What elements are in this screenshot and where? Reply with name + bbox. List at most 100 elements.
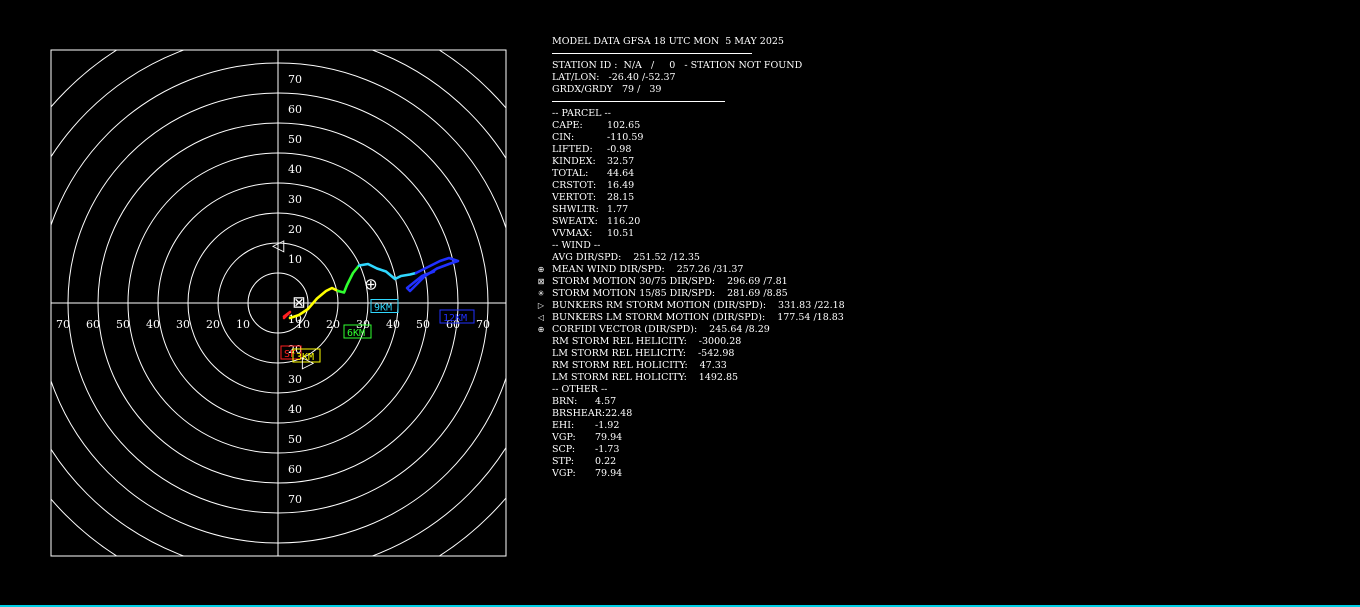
parcel-row: CIN: -110.59: [552, 132, 845, 144]
param-label: RM STORM REL HELICITY:: [552, 336, 687, 347]
parcel-row: LIFTED: -0.98: [552, 144, 845, 156]
parcel-row: VERTOT: 28.15: [552, 192, 845, 204]
legend-symbol-icon: ▷: [537, 301, 545, 310]
param-label: BRSHEAR:: [552, 408, 606, 419]
legend-symbol-icon: ⊕: [537, 265, 545, 274]
y-tick-label: 60: [288, 463, 302, 476]
parcel-row: KINDEX: 32.57: [552, 156, 845, 168]
parcel-row: CRSTOT: 16.49: [552, 180, 845, 192]
param-value: 177.54 /18.83: [777, 312, 844, 323]
bunkers-lm-marker: ◁: [271, 236, 285, 255]
wind-row: RM STORM REL HOLICITY: 47.33: [552, 360, 845, 372]
param-value: 32.57: [607, 156, 635, 167]
param-label: LM STORM REL HELICITY:: [552, 348, 686, 359]
param-label: SCP:: [552, 444, 576, 455]
y-tick-label: 70: [288, 493, 302, 506]
param-value: 1492.85: [698, 372, 739, 383]
wind-row: ⊕ MEAN WIND DIR/SPD: 257.26 /31.37: [538, 264, 845, 276]
param-label: BUNKERS RM STORM MOTION (DIR/SPD):: [552, 300, 767, 311]
wind-row: ⊕ CORFIDI VECTOR (DIR/SPD): 245.64 /8.29: [538, 324, 845, 336]
param-label: SHWLTR:: [552, 204, 599, 215]
y-tick-label: 40: [288, 403, 302, 416]
y-tick-label: 70: [288, 73, 302, 86]
param-label: AVG DIR/SPD:: [552, 252, 622, 263]
param-value: 22.48: [605, 408, 633, 419]
param-value: 28.15: [607, 192, 635, 203]
param-value: 10.51: [607, 228, 635, 239]
parcel-row: VVMAX: 10.51: [552, 228, 845, 240]
y-tick-label: 20: [288, 223, 302, 236]
param-label: CORFIDI VECTOR (DIR/SPD):: [552, 324, 698, 335]
wind-row: ▷ BUNKERS RM STORM MOTION (DIR/SPD): 331.8…: [538, 300, 845, 312]
panel-title: MODEL DATA GFSA 18 UTC MON 5 MAY 2025: [552, 36, 784, 47]
y-tick-label: 40: [288, 163, 302, 176]
height-label: SF: [284, 349, 296, 360]
x-tick-label: 70: [56, 318, 70, 331]
storm-motion-marker: ⊠: [292, 293, 305, 312]
other-row: STP: 0.22: [552, 456, 845, 468]
parcel-row: TOTAL: 44.64: [552, 168, 845, 180]
param-value: 47.33: [699, 360, 727, 371]
y-tick-label: 10: [288, 253, 302, 266]
param-value: -542.98: [697, 348, 735, 359]
param-value: -0.98: [607, 144, 632, 155]
sounding-parameter-panel: MODEL DATA GFSA 18 UTC MON 5 MAY 2025 ST…: [538, 36, 845, 480]
x-tick-label: 30: [176, 318, 190, 331]
wind-row: ✳ STORM MOTION 15/85 DIR/SPD: 281.69 /8.85: [538, 288, 845, 300]
x-tick-label: 50: [416, 318, 430, 331]
x-tick-label: 40: [386, 318, 400, 331]
other-row: BRSHEAR:22.48: [552, 408, 845, 420]
wind-row: AVG DIR/SPD: 251.52 /12.35: [552, 252, 845, 264]
param-label: CRSTOT:: [552, 180, 597, 191]
param-label: EHI:: [552, 420, 575, 431]
mean-wind-marker: ⊕: [364, 275, 377, 294]
param-label: STORM MOTION 15/85 DIR/SPD:: [552, 288, 716, 299]
legend-symbol-icon: ⊠: [537, 277, 545, 286]
param-value: -110.59: [607, 132, 644, 143]
y-tick-label: 50: [288, 133, 302, 146]
other-row: VGP: 79.94: [552, 468, 845, 480]
param-value: 1.77: [607, 204, 629, 215]
param-value: -1.73: [595, 444, 620, 455]
wind-heading: -- WIND --: [552, 240, 601, 251]
other-heading: -- OTHER --: [552, 384, 608, 395]
wind-row: LM STORM REL HOLICITY: 1492.85: [552, 372, 845, 384]
station-line: STATION ID : N/A / 0 - STATION NOT FOUND: [552, 60, 803, 71]
param-label: VERTOT:: [552, 192, 597, 203]
legend-symbol-icon: ◁: [537, 313, 545, 322]
param-value: 79.94: [595, 468, 623, 479]
height-label: 9KM: [374, 303, 392, 314]
other-row: VGP: 79.94: [552, 432, 845, 444]
parcel-row: SWEATX: 116.20: [552, 216, 845, 228]
param-label: VGP:: [552, 468, 576, 479]
x-tick-label: 40: [146, 318, 160, 331]
grid-line: GRDX/GRDY 79 / 39: [552, 84, 662, 95]
param-value: 331.83 /22.18: [778, 300, 845, 311]
param-value: 16.49: [607, 180, 635, 191]
other-row: EHI: -1.92: [552, 420, 845, 432]
param-label: TOTAL:: [552, 168, 589, 179]
wind-row: ⊠ STORM MOTION 30/75 DIR/SPD: 296.69 /7.81: [538, 276, 845, 288]
param-label: VVMAX:: [552, 228, 593, 239]
hodograph-chart: 70 60 50 40 30 20 10 10 20 30 40 50 60 70 70 60 50 40 30 20…: [50, 49, 507, 557]
param-value: 257.26 /31.37: [676, 264, 744, 275]
param-value: 102.65: [607, 120, 641, 131]
param-value: 281.69 /8.85: [727, 288, 788, 299]
wind-row: RM STORM REL HELICITY: -3000.28: [552, 336, 845, 348]
param-value: -3000.28: [698, 336, 742, 347]
y-tick-label: 30: [288, 373, 302, 386]
param-label: MEAN WIND DIR/SPD:: [552, 264, 665, 275]
y-tick-label: 60: [288, 103, 302, 116]
other-rows: BRN: 4.57 BRSHEAR:22.48 EHI: -1.92 VGP: 79.94 S…: [552, 396, 845, 480]
other-row: SCP: -1.73: [552, 444, 845, 456]
y-tick-label: 50: [288, 433, 302, 446]
param-label: CAPE:: [552, 120, 583, 131]
separator: [552, 96, 845, 108]
legend-symbol-icon: ⊕: [537, 325, 545, 334]
height-label: 6KM: [347, 328, 365, 339]
param-value: 79.94: [595, 432, 623, 443]
other-row: BRN: 4.57: [552, 396, 845, 408]
param-value: 4.57: [595, 396, 617, 407]
x-tick-label: 50: [116, 318, 130, 331]
parcel-row: CAPE: 102.65: [552, 120, 845, 132]
